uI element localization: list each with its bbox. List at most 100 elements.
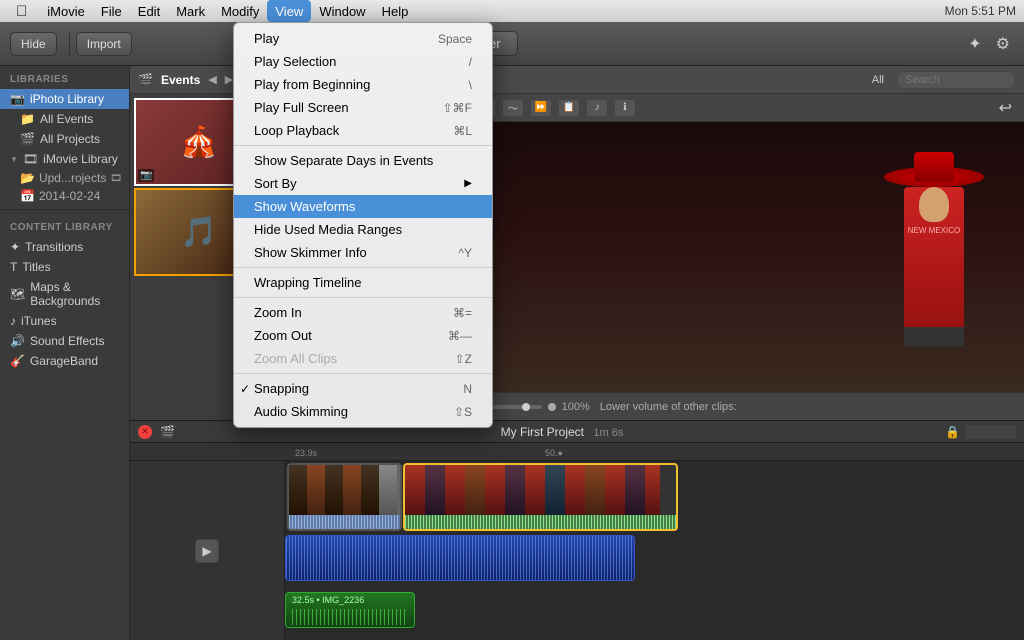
loop-playback-label: Loop Playback [254,123,339,138]
view-menu-item[interactable]: View [267,0,311,22]
zoom-in-shortcut: ⌘= [453,306,472,320]
file-menu[interactable]: File [93,0,130,22]
maps-label: Maps & Backgrounds [30,280,119,308]
clip-1[interactable] [287,463,402,531]
cf3 [325,465,343,515]
imovie-menu[interactable]: iMovie [39,0,93,22]
video-background: NEW MEXICO [410,122,1024,392]
sidebar-item-maps-backgrounds[interactable]: 🗺 Maps & Backgrounds [0,277,129,311]
menu-show-skimmer-info[interactable]: Show Skimmer Info ^Y [234,241,492,264]
clip-1-frames [289,465,400,515]
garageband-label: GarageBand [30,354,98,368]
enhance-icon[interactable]: ✦ [964,32,985,56]
clip-button[interactable]: 📋 [558,99,580,117]
zoom-in-label: Zoom In [254,305,302,320]
menu-play-beginning[interactable]: Play from Beginning \ [234,73,492,96]
menu-loop-playback[interactable]: Loop Playback ⌘L [234,119,492,142]
green-clip-content: 32.5s • IMG_2236 [292,595,408,625]
show-skimmer-shortcut: ^Y [458,246,472,260]
toolbar-right-icons: ✦ ⚙ [964,32,1014,56]
green-clip[interactable]: 32.5s • IMG_2236 [285,592,415,628]
wrapping-timeline-label: Wrapping Timeline [254,275,361,290]
menu-play-selection[interactable]: Play Selection / [234,50,492,73]
search-input[interactable] [896,71,1016,89]
prev-arrow[interactable]: ◀ [208,73,216,86]
show-waveforms-label: Show Waveforms [254,199,355,214]
viewer-footer: Auto 🔊 100% Lower volume of other clips: [410,392,1024,420]
mark-menu[interactable]: Mark [168,0,213,22]
adjust-icon[interactable]: ⚙ [992,32,1014,56]
timeline-scrollbar[interactable] [966,425,1016,439]
sidebar-item-2014[interactable]: 📅 2014-02-24 [0,187,129,205]
menubar:  iMovie File Edit Mark Modify View Wind… [0,0,1024,22]
sidebar-item-titles[interactable]: T Titles [0,257,129,277]
menu-play[interactable]: Play Space [234,27,492,50]
sound-effects-icon: 🔊 [10,334,25,348]
frame-c [445,465,465,515]
sidebar-item-all-projects[interactable]: 🎬 All Projects [0,129,129,149]
all-button[interactable]: All [872,74,884,86]
show-skimmer-label: Show Skimmer Info [254,245,367,260]
audio-clip-1[interactable] [285,535,635,581]
menu-snapping[interactable]: ✓ Snapping N [234,377,492,400]
volume-handle[interactable] [522,403,530,411]
viewer-controls: ⊞ ↻ ◑ 〜 ⏩ 📋 ♪ ℹ ↩ [410,94,1024,122]
timeline-area: ✕ 🎬 My First Project 1m 6s 🔒 23.9s 50.● … [130,420,1024,640]
play-button[interactable]: ▶ [195,539,219,563]
modify-menu[interactable]: Modify [213,0,267,22]
frame-i [565,465,585,515]
imovie-library-icon: 🎞 [23,152,38,166]
menu-show-waveforms[interactable]: Show Waveforms [234,195,492,218]
sidebar-item-all-events[interactable]: 📁 All Events [0,109,129,129]
sidebar-item-upd-projects[interactable]: 📂 Upd...rojects 🎞 [0,169,129,187]
sidebar-item-transitions[interactable]: ✦ Transitions [0,237,129,257]
sidebar-item-itunes[interactable]: ♪ iTunes [0,311,129,331]
import-button[interactable]: Import [76,32,132,56]
apple-logo-icon:  [16,3,27,20]
menu-sep-4 [234,373,492,374]
menu-zoom-out[interactable]: Zoom Out ⌘— [234,324,492,347]
menu-zoom-in[interactable]: Zoom In ⌘= [234,301,492,324]
info-button[interactable]: ℹ [614,99,636,117]
speed-button[interactable]: ⏩ [530,99,552,117]
audio-track [285,533,1024,588]
zoom-all-clips-label: Zoom All Clips [254,351,337,366]
itunes-label: iTunes [21,314,57,328]
cf4 [343,465,361,515]
zoom-out-shortcut: ⌘— [448,329,472,343]
edit-menu[interactable]: Edit [130,0,168,22]
cf5 [361,465,379,515]
zoom-out-label: Zoom Out [254,328,312,343]
help-menu[interactable]: Help [374,0,417,22]
undo-icon[interactable]: ↩ [995,98,1016,119]
menu-hide-used-media[interactable]: Hide Used Media Ranges [234,218,492,241]
cf6 [379,465,397,515]
snapping-label: Snapping [254,381,309,396]
audio-wave-blue [286,536,634,580]
sidebar-item-sound-effects[interactable]: 🔊 Sound Effects [0,331,129,351]
frame-j [585,465,605,515]
audio-button[interactable]: ♪ [586,99,608,117]
next-arrow[interactable]: ▶ [225,73,233,86]
apple-menu[interactable]:  [8,0,39,22]
menu-wrapping-timeline[interactable]: Wrapping Timeline [234,271,492,294]
timeline-close-button[interactable]: ✕ [138,425,152,439]
events-label: Events [161,73,200,87]
window-menu[interactable]: Window [311,0,373,22]
hide-button[interactable]: Hide [10,32,57,56]
thumb-icon-1: 📷 [138,169,154,182]
clip-2-selected[interactable] [403,463,678,531]
frame-a [405,465,425,515]
film-strip-icon: 🎞 [110,173,121,184]
noise-reduction-button[interactable]: 〜 [502,99,524,117]
menu-sort-by[interactable]: Sort By ▶ [234,172,492,195]
video-track-1 [285,461,1024,533]
menu-audio-skimming[interactable]: Audio Skimming ⇧S [234,400,492,423]
video-preview: NEW MEXICO [410,122,1024,392]
menu-play-fullscreen[interactable]: Play Full Screen ⇧⌘F [234,96,492,119]
sidebar-item-garageband[interactable]: 🎸 GarageBand [0,351,129,371]
sidebar-item-imovie-library[interactable]: ▼ 🎞 iMovie Library [0,149,129,169]
menu-show-separate-days[interactable]: Show Separate Days in Events [234,149,492,172]
clip-2-audio [405,515,676,531]
sidebar-item-iphoto-library[interactable]: 📷 iPhoto Library [0,89,129,109]
